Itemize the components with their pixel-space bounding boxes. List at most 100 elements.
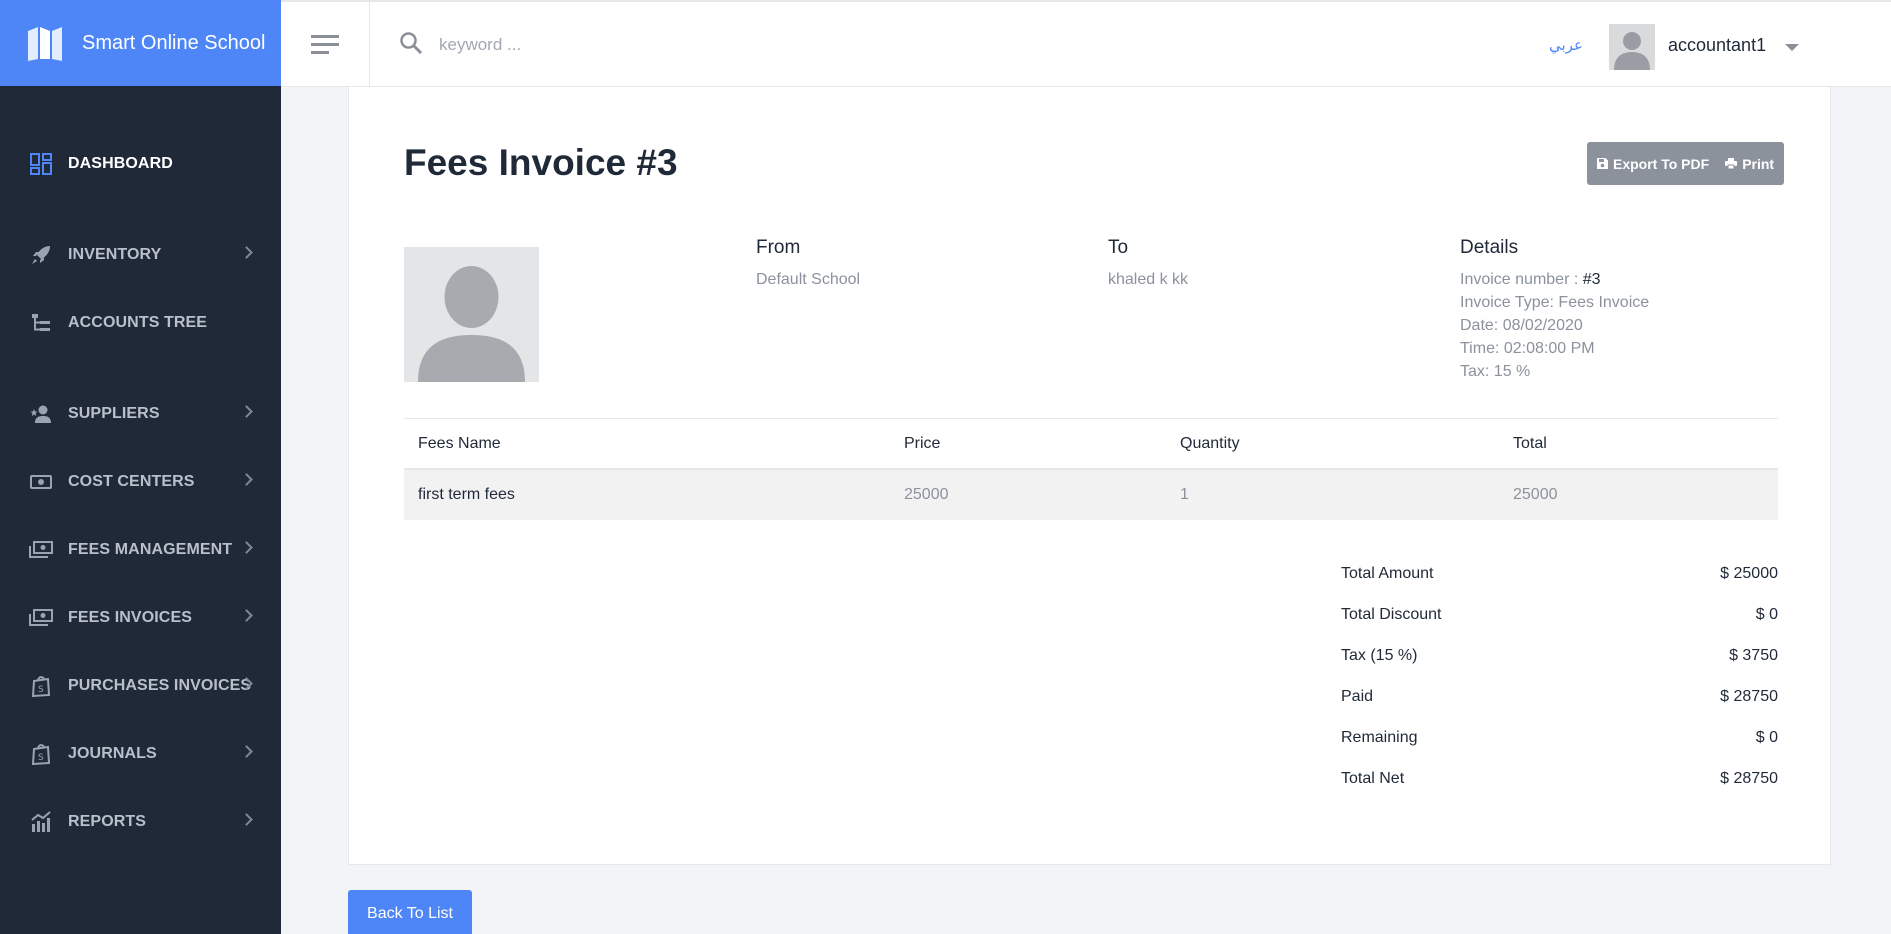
sidebar-item-purchases-invoices[interactable]: S PURCHASES INVOICES (0, 666, 281, 706)
sidebar-item-fees-invoices[interactable]: FEES INVOICES (0, 598, 281, 638)
shopping-bag-icon: S (28, 741, 54, 767)
sidebar-item-label: COST CENTERS (68, 473, 195, 490)
save-icon (1597, 158, 1608, 169)
rocket-icon (28, 242, 54, 268)
shopping-bag-icon: S (28, 673, 54, 699)
sidebar-item-label: PURCHASES INVOICES (68, 677, 252, 694)
details-heading: Details (1460, 237, 1519, 258)
search-input[interactable] (439, 28, 739, 62)
print-button[interactable]: Print (1719, 142, 1784, 185)
summary-row-total-amount: Total Amount $ 25000 (1341, 553, 1778, 594)
svg-text:S: S (38, 753, 44, 763)
school-logo-icon (28, 27, 62, 61)
sidebar-item-label: JOURNALS (68, 745, 157, 762)
dashboard-icon (28, 151, 54, 177)
user-star-icon (28, 401, 54, 427)
sidebar-item-label: INVENTORY (68, 246, 162, 263)
to-value: khaled k kk (1108, 271, 1189, 288)
column-header-total: Total (1513, 434, 1547, 452)
search-icon[interactable] (399, 31, 423, 55)
invoice-card: Fees Invoice #3 Export To PDF Print From… (348, 87, 1831, 865)
summary-value: $ 3750 (1729, 646, 1778, 664)
fees-name-cell: first term fees (418, 486, 515, 503)
total-cell: 25000 (1513, 486, 1558, 503)
summary-value: $ 0 (1755, 728, 1778, 746)
table-header-row: Fees Name Price Quantity Total (404, 419, 1778, 470)
invoice-type: Invoice Type: Fees Invoice (1460, 294, 1650, 311)
chevron-right-icon (240, 541, 253, 554)
user-silhouette-icon (1614, 32, 1650, 70)
sidebar-item-label: DASHBOARD (68, 155, 173, 172)
column-header-fees-name: Fees Name (418, 434, 501, 452)
sidebar-item-cost-centers[interactable]: COST CENTERS (0, 462, 281, 502)
menu-toggle-button[interactable] (281, 2, 370, 87)
back-to-list-button[interactable]: Back To List (348, 890, 472, 934)
avatar[interactable] (1609, 24, 1655, 70)
invoice-actions: Export To PDF Print (1587, 142, 1785, 185)
sidebar-item-reports[interactable]: REPORTS (0, 802, 281, 842)
summary-label: Tax (15 %) (1341, 646, 1418, 664)
to-heading: To (1108, 237, 1129, 258)
invoice-number-label: Invoice number : (1460, 271, 1583, 288)
sidebar: DASHBOARD INVENTORY ACCOUNTS TREE SUPPLI… (0, 86, 281, 934)
sidebar-item-fees-management[interactable]: FEES MANAGEMENT (0, 530, 281, 570)
chevron-right-icon (240, 609, 253, 622)
page-title: Fees Invoice #3 (404, 142, 678, 183)
from-heading: From (756, 237, 801, 258)
summary-row-total-net: Total Net $ 28750 (1341, 758, 1778, 799)
invoice-tax: Tax: 15 % (1460, 363, 1531, 380)
print-label: Print (1742, 155, 1775, 172)
sidebar-item-inventory[interactable]: INVENTORY (0, 235, 281, 275)
top-header: عربي accountant1 (281, 0, 1891, 87)
brand-bar[interactable]: Smart Online School (0, 0, 281, 86)
export-pdf-button[interactable]: Export To PDF (1587, 142, 1719, 185)
caret-down-icon[interactable] (1785, 44, 1799, 51)
summary-label: Remaining (1341, 728, 1418, 746)
summary-value: $ 28750 (1720, 687, 1778, 705)
summary-label: Total Amount (1341, 564, 1434, 582)
column-header-price: Price (904, 434, 941, 452)
sidebar-item-suppliers[interactable]: SUPPLIERS (0, 394, 281, 434)
invoice-date: Date: 08/02/2020 (1460, 317, 1583, 334)
menu-icon (311, 34, 339, 54)
to-section: To khaled k kk (1108, 237, 1188, 291)
chevron-right-icon (240, 745, 253, 758)
export-pdf-label: Export To PDF (1613, 155, 1710, 172)
totals-summary: Total Amount $ 25000 Total Discount $ 0 Ta… (1341, 553, 1778, 799)
chevron-right-icon (240, 405, 253, 418)
quantity-cell: 1 (1180, 486, 1189, 503)
money-icon (28, 469, 54, 495)
money-stack-icon (28, 605, 54, 631)
user-silhouette-icon (418, 266, 525, 382)
details-section: Details Invoice number : #3 Invoice Type… (1460, 237, 1649, 383)
sidebar-item-label: ACCOUNTS TREE (68, 314, 208, 331)
user-name[interactable]: accountant1 (1668, 35, 1766, 56)
chevron-right-icon (240, 246, 253, 259)
app-title: Smart Online School (82, 31, 266, 54)
table-row: first term fees 25000 1 25000 (404, 470, 1778, 520)
sidebar-item-accounts-tree[interactable]: ACCOUNTS TREE (0, 303, 281, 343)
invoice-time: Time: 02:08:00 PM (1460, 340, 1595, 357)
chart-icon (28, 809, 54, 835)
column-header-quantity: Quantity (1180, 434, 1240, 452)
summary-row-tax: Tax (15 %) $ 3750 (1341, 635, 1778, 676)
sidebar-item-dashboard[interactable]: DASHBOARD (0, 144, 281, 184)
sidebar-item-label: REPORTS (68, 813, 147, 830)
from-section: From Default School (756, 237, 860, 291)
summary-label: Total Discount (1341, 605, 1442, 623)
summary-row-paid: Paid $ 28750 (1341, 676, 1778, 717)
language-switch-link[interactable]: عربي (1549, 36, 1583, 54)
summary-value: $ 25000 (1720, 564, 1778, 582)
sidebar-item-journals[interactable]: S JOURNALS (0, 734, 281, 774)
tree-icon (28, 310, 54, 336)
price-cell: 25000 (904, 486, 949, 503)
student-photo (404, 247, 539, 382)
printer-icon (1725, 158, 1738, 169)
summary-row-remaining: Remaining $ 0 (1341, 717, 1778, 758)
sidebar-item-label: FEES MANAGEMENT (68, 541, 233, 558)
summary-label: Total Net (1341, 769, 1405, 787)
chevron-right-icon (240, 813, 253, 826)
chevron-right-icon (240, 473, 253, 486)
summary-value: $ 0 (1755, 605, 1778, 623)
invoice-number-value: #3 (1582, 271, 1601, 288)
